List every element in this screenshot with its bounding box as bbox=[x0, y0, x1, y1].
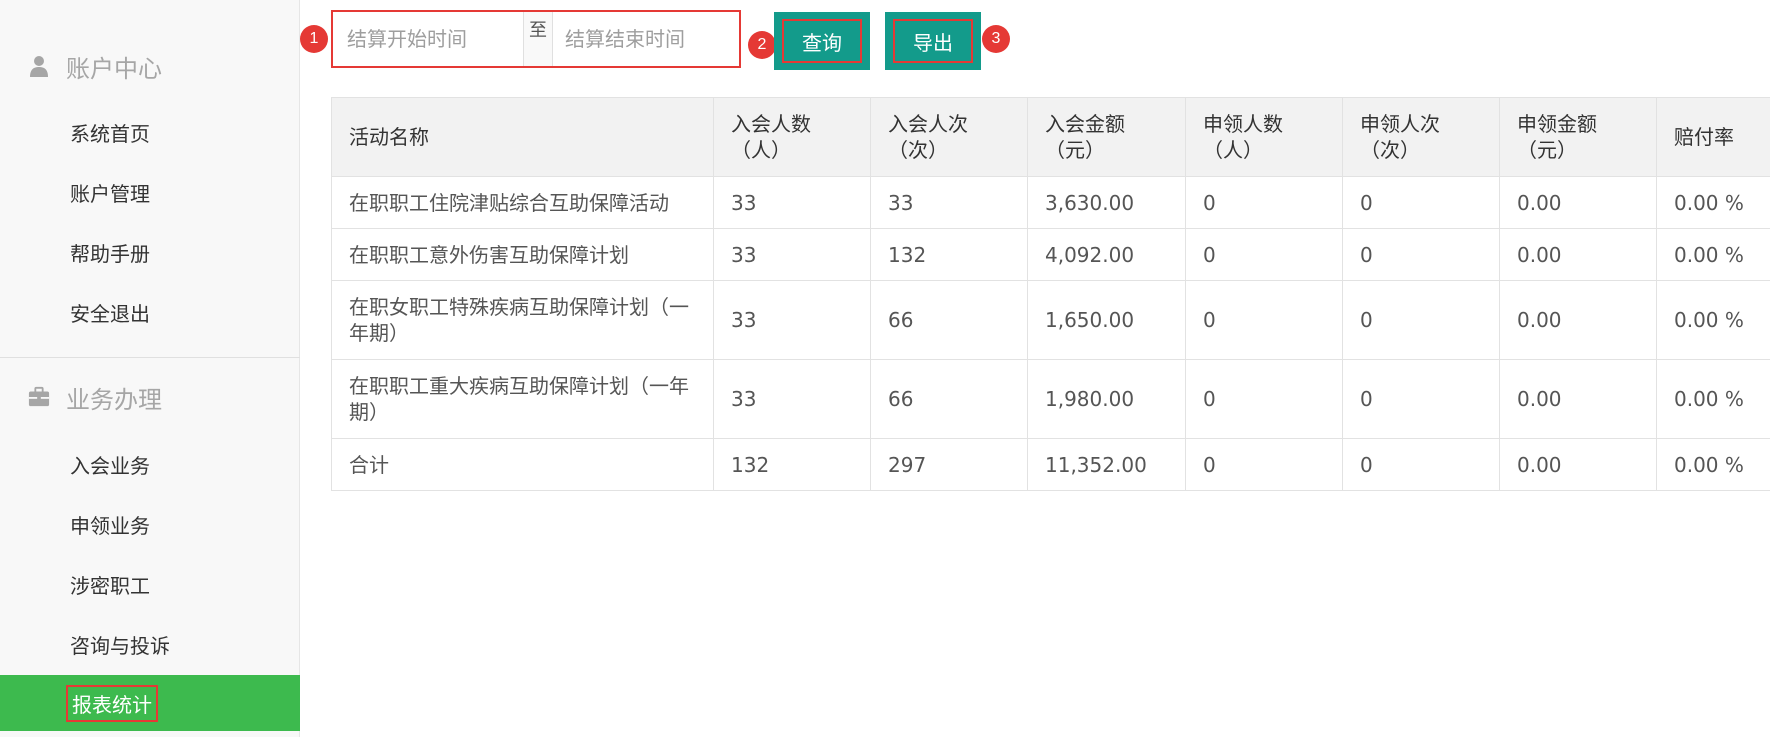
table-cell: 0 bbox=[1185, 438, 1343, 491]
sidebar-item-label: 涉密职工 bbox=[70, 573, 150, 598]
query-button-label: 查询 bbox=[782, 19, 862, 63]
table-cell: 合计 bbox=[331, 438, 714, 491]
table-cell: 0.00 bbox=[1499, 280, 1657, 360]
table-cell: 0 bbox=[1185, 280, 1343, 360]
table-cell: 3,630.00 bbox=[1027, 176, 1186, 229]
table-cell: 0 bbox=[1342, 359, 1500, 439]
table-cell: 33 bbox=[713, 176, 871, 229]
sidebar-divider bbox=[0, 357, 300, 358]
settlement-date-range: 至 bbox=[331, 10, 741, 68]
table-cell: 11,352.00 bbox=[1027, 438, 1186, 491]
sidebar-item-logout[interactable]: 安全退出 bbox=[0, 284, 300, 340]
table-cell: 在职职工住院津贴综合互助保障活动 bbox=[331, 176, 714, 229]
table-cell: 0 bbox=[1185, 176, 1343, 229]
table-row: 在职职工意外伤害互助保障计划 33 132 4,092.00 0 0 0.00 … bbox=[331, 228, 1770, 281]
sidebar-item-label: 报表统计 bbox=[66, 684, 158, 722]
query-button[interactable]: 查询 bbox=[774, 12, 870, 70]
table-cell: 0.00 % bbox=[1656, 280, 1770, 360]
column-header-member-times: 入会人次 （次） bbox=[870, 97, 1028, 177]
table-cell: 0 bbox=[1342, 438, 1500, 491]
column-header-member-count: 入会人数 （人） bbox=[713, 97, 871, 177]
sidebar: 账户中心 系统首页 账户管理 帮助手册 安全退出 业务办理 入会业务 申领业务 … bbox=[0, 0, 300, 737]
sidebar-item-label: 入会业务 bbox=[70, 453, 150, 478]
table-cell: 0 bbox=[1185, 359, 1343, 439]
sidebar-section-business: 业务办理 bbox=[28, 377, 162, 417]
report-page: 账户中心 系统首页 账户管理 帮助手册 安全退出 业务办理 入会业务 申领业务 … bbox=[0, 0, 1770, 737]
table-total-row: 合计 132 297 11,352.00 0 0 0.00 0.00 % bbox=[331, 438, 1770, 491]
table-cell: 0 bbox=[1185, 228, 1343, 281]
column-header-activity-name: 活动名称 bbox=[331, 97, 714, 177]
table-cell: 0.00 % bbox=[1656, 359, 1770, 439]
table-cell: 1,980.00 bbox=[1027, 359, 1186, 439]
table-cell: 66 bbox=[870, 280, 1028, 360]
table-cell: 0 bbox=[1342, 280, 1500, 360]
table-header-row: 活动名称 入会人数 （人） 入会人次 （次） 入会金额 （元） 申领人数 （人） 申领人… bbox=[331, 97, 1770, 177]
report-table: 活动名称 入会人数 （人） 入会人次 （次） 入会金额 （元） 申领人数 （人） 申领人… bbox=[331, 97, 1770, 491]
sidebar-item-help-manual[interactable]: 帮助手册 bbox=[0, 224, 300, 280]
table-cell: 在职职工重大疾病互助保障计划（一年期） bbox=[331, 359, 714, 439]
sidebar-section-label: 业务办理 bbox=[66, 385, 162, 414]
sidebar-item-membership[interactable]: 入会业务 bbox=[0, 436, 300, 492]
table-cell: 在职女职工特殊疾病互助保障计划（一年期） bbox=[331, 280, 714, 360]
column-header-claim-count: 申领人数 （人） bbox=[1185, 97, 1343, 177]
table-cell: 1,650.00 bbox=[1027, 280, 1186, 360]
sidebar-item-home[interactable]: 系统首页 bbox=[0, 104, 300, 160]
table-cell: 0.00 % bbox=[1656, 228, 1770, 281]
date-range-separator: 至 bbox=[523, 12, 553, 66]
table-cell: 0 bbox=[1342, 228, 1500, 281]
table-cell: 0.00 bbox=[1499, 438, 1657, 491]
table-cell: 0.00 % bbox=[1656, 176, 1770, 229]
sidebar-item-report-statistics[interactable]: 报表统计 bbox=[0, 675, 300, 731]
start-date-input[interactable] bbox=[335, 14, 521, 64]
step-badge-2: 2 bbox=[748, 31, 776, 59]
sidebar-item-label: 账户管理 bbox=[70, 181, 150, 206]
table-cell: 33 bbox=[713, 228, 871, 281]
step-badge-1: 1 bbox=[300, 25, 328, 53]
export-button-label: 导出 bbox=[893, 19, 973, 63]
table-cell: 33 bbox=[713, 280, 871, 360]
table-cell: 132 bbox=[713, 438, 871, 491]
sidebar-item-account-management[interactable]: 账户管理 bbox=[0, 164, 300, 220]
table-row: 在职女职工特殊疾病互助保障计划（一年期） 33 66 1,650.00 0 0 … bbox=[331, 280, 1770, 360]
sidebar-item-consult-complaint[interactable]: 咨询与投诉 bbox=[0, 616, 300, 672]
column-header-member-amount: 入会金额 （元） bbox=[1027, 97, 1186, 177]
column-header-claim-times: 申领人次 （次） bbox=[1342, 97, 1500, 177]
sidebar-item-label: 系统首页 bbox=[70, 121, 150, 146]
table-row: 在职职工住院津贴综合互助保障活动 33 33 3,630.00 0 0 0.00… bbox=[331, 176, 1770, 229]
table-row: 在职职工重大疾病互助保障计划（一年期） 33 66 1,980.00 0 0 0… bbox=[331, 359, 1770, 439]
table-cell: 66 bbox=[870, 359, 1028, 439]
table-cell: 132 bbox=[870, 228, 1028, 281]
table-cell: 4,092.00 bbox=[1027, 228, 1186, 281]
column-header-claim-amount: 申领金额 （元） bbox=[1499, 97, 1657, 177]
sidebar-item-classified-staff[interactable]: 涉密职工 bbox=[0, 556, 300, 612]
sidebar-item-claims[interactable]: 申领业务 bbox=[0, 496, 300, 552]
table-cell: 33 bbox=[713, 359, 871, 439]
table-cell: 0.00 % bbox=[1656, 438, 1770, 491]
sidebar-item-label: 帮助手册 bbox=[70, 241, 150, 266]
sidebar-section-account: 账户中心 bbox=[28, 46, 162, 86]
table-cell: 0 bbox=[1342, 176, 1500, 229]
sidebar-item-label: 安全退出 bbox=[70, 301, 150, 326]
table-cell: 0.00 bbox=[1499, 359, 1657, 439]
table-cell: 33 bbox=[870, 176, 1028, 229]
sidebar-item-label: 申领业务 bbox=[70, 513, 150, 538]
table-cell: 0.00 bbox=[1499, 176, 1657, 229]
user-icon bbox=[28, 54, 50, 78]
export-button[interactable]: 导出 bbox=[885, 12, 981, 70]
table-cell: 在职职工意外伤害互助保障计划 bbox=[331, 228, 714, 281]
table-cell: 0.00 bbox=[1499, 228, 1657, 281]
briefcase-icon bbox=[28, 385, 50, 409]
sidebar-section-label: 账户中心 bbox=[66, 54, 162, 83]
sidebar-item-label: 咨询与投诉 bbox=[70, 633, 170, 658]
column-header-payout-rate: 赔付率 bbox=[1656, 97, 1770, 177]
table-cell: 297 bbox=[870, 438, 1028, 491]
end-date-input[interactable] bbox=[553, 14, 737, 64]
step-badge-3: 3 bbox=[982, 25, 1010, 53]
